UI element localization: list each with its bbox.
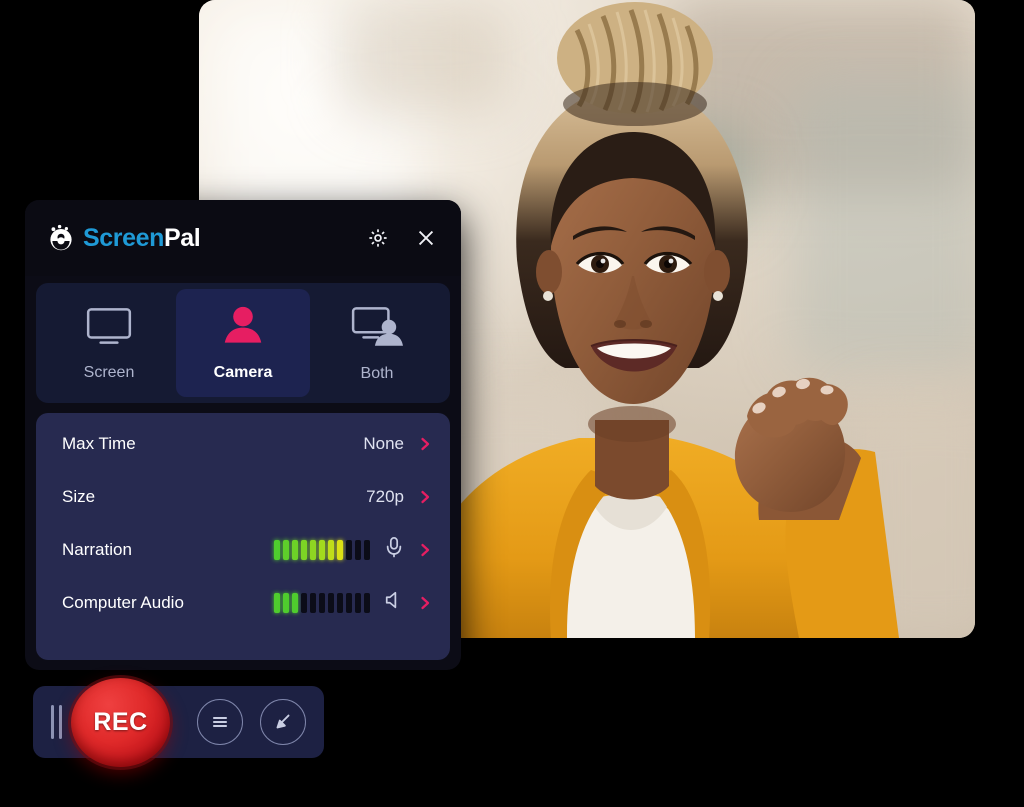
toolbar-buttons [197,699,324,745]
meter-bar [310,592,316,613]
meter-bar [355,539,361,560]
meter-bar [328,539,334,560]
speaker-icon[interactable] [384,590,404,615]
pen-tool-icon[interactable] [260,699,306,745]
brand-text: ScreenPal [83,223,201,252]
meter-bar [364,539,370,560]
screenshot-stage: ScreenPal Screen Camera Both Max Time No… [0,0,1024,807]
meter-bar [346,539,352,560]
monitor-person-icon [350,304,404,353]
record-button[interactable]: REC [71,678,170,767]
setting-value-size: 720p [366,486,404,506]
chevron-right-icon[interactable] [418,437,432,451]
brand-text-screen: Screen [83,223,164,252]
meter-bar [301,539,307,560]
header-actions [365,225,439,251]
meter-bar [328,592,334,613]
meter-bar [346,592,352,613]
setting-row-size[interactable]: Size 720p [36,470,450,523]
setting-row-max-time[interactable]: Max Time None [36,417,450,470]
meter-bar [274,539,280,560]
mode-tab-camera[interactable]: Camera [176,289,310,397]
meter-bar [283,592,289,613]
mode-tab-screen-label: Screen [83,363,135,381]
drag-handle-icon[interactable] [43,702,69,742]
recorder-panel: ScreenPal Screen Camera Both Max Time No… [25,200,461,670]
setting-label-narration: Narration [62,539,132,559]
meter-bar [364,592,370,613]
chevron-right-icon[interactable] [418,543,432,557]
mode-tab-both-label: Both [360,364,394,382]
chevron-right-icon[interactable] [418,596,432,610]
record-button-label: REC [93,708,148,736]
mode-tab-screen[interactable]: Screen [42,289,176,397]
meter-bar [292,592,298,613]
brand-text-pal: Pal [164,223,201,252]
panel-header: ScreenPal [25,200,461,276]
brand-logo: ScreenPal [47,223,201,252]
setting-row-narration[interactable]: Narration [36,523,450,576]
setting-row-computer-audio[interactable]: Computer Audio [36,576,450,629]
mode-tab-camera-label: Camera [213,363,273,381]
close-icon[interactable] [413,225,439,251]
setting-label-size: Size [62,486,96,506]
person-icon [218,305,268,352]
meter-bar [319,592,325,613]
setting-value-max-time: None [363,433,404,453]
meter-bar [355,592,361,613]
meter-bar [274,592,280,613]
mode-tab-both[interactable]: Both [310,289,444,397]
meter-bar [310,539,316,560]
monitor-icon [84,305,134,352]
capture-mode-tabs: Screen Camera Both [36,283,450,403]
gear-icon[interactable] [365,225,391,251]
hamburger-menu-icon[interactable] [197,699,243,745]
meter-bar [337,592,343,613]
computer-audio-level-meter [274,592,370,613]
setting-label-computer-audio: Computer Audio [62,592,184,612]
settings-card: Max Time None Size 720p Narration Comput… [36,413,450,660]
meter-bar [292,539,298,560]
setting-label-max-time: Max Time [62,433,136,453]
meter-bar [301,592,307,613]
microphone-icon[interactable] [384,536,404,563]
meter-bar [337,539,343,560]
narration-level-meter [274,539,370,560]
chevron-right-icon[interactable] [418,490,432,504]
screenpal-circle-logo-icon [47,224,75,252]
meter-bar [283,539,289,560]
meter-bar [319,539,325,560]
